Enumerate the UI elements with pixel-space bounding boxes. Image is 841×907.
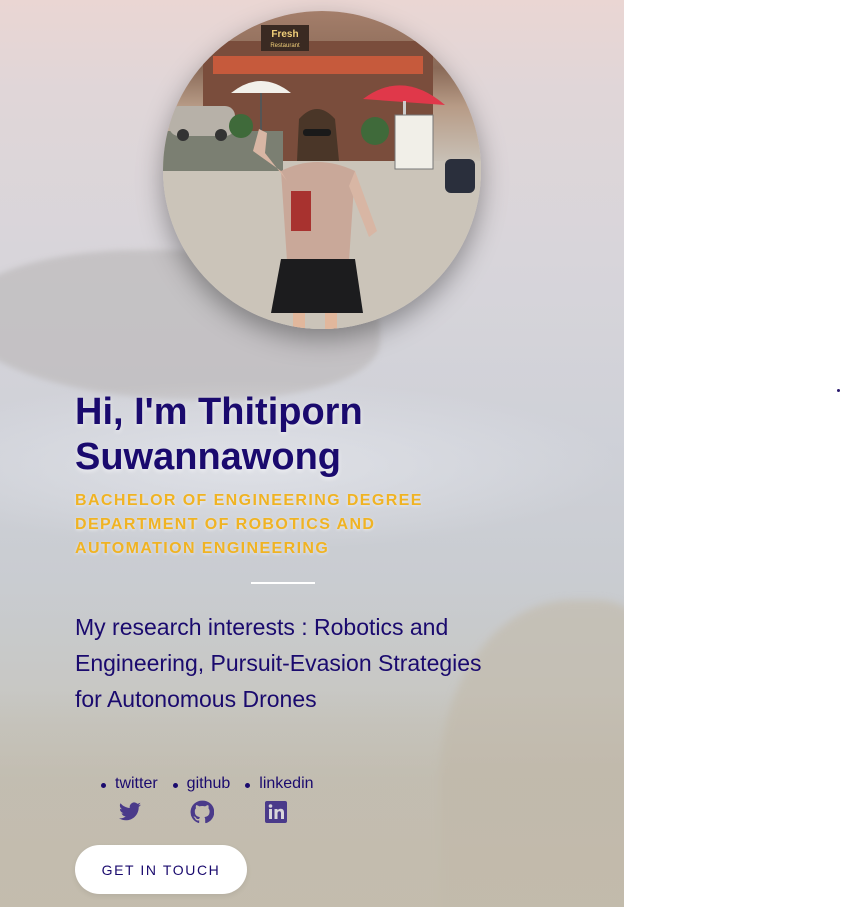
linkedin-icon[interactable]: [264, 800, 288, 824]
social-item-linkedin: linkedin: [245, 775, 314, 793]
sign-restaurant: Restaurant: [270, 43, 300, 49]
divider: [251, 582, 315, 584]
social-item-github: github: [172, 775, 231, 793]
profile-photo: Fresh Restaurant: [163, 11, 481, 329]
github-link[interactable]: github: [187, 775, 231, 792]
sign-fresh: Fresh: [271, 29, 298, 40]
research-interests: My research interests : Robotics and Eng…: [75, 614, 482, 712]
subtitle-line: AUTOMATION ENGINEERING: [75, 540, 330, 557]
github-icon[interactable]: [190, 800, 215, 824]
degree-subtitle: BACHELOR OF ENGINEERING DEGREE DEPARTMEN…: [75, 489, 495, 561]
decorative-dot: [837, 389, 840, 392]
social-item-twitter: twitter: [101, 775, 158, 793]
hero-panel: Fresh Restaurant Hi, I'm Thitiporn Suwan…: [0, 0, 624, 907]
twitter-link[interactable]: twitter: [115, 775, 158, 792]
subtitle-line: BACHELOR OF ENGINEERING DEGREE: [75, 492, 423, 509]
twitter-icon[interactable]: [118, 800, 142, 824]
get-in-touch-button[interactable]: GET IN TOUCH: [75, 845, 247, 894]
subtitle-line: DEPARTMENT OF ROBOTICS AND: [75, 516, 376, 533]
linkedin-link[interactable]: linkedin: [259, 775, 313, 792]
page-title: Hi, I'm Thitiporn Suwannawong: [75, 391, 363, 478]
social-links: twitter github linkedin: [101, 775, 314, 793]
